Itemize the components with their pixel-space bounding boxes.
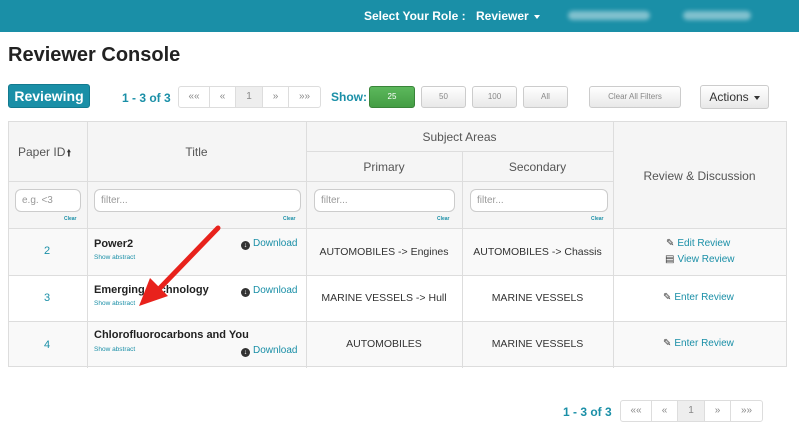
- show-50-button[interactable]: 50: [421, 86, 466, 108]
- actions-dropdown[interactable]: Actions: [700, 85, 769, 109]
- download-icon: ↓: [241, 348, 250, 357]
- edit-icon: ✎: [666, 238, 675, 249]
- title-clear-link[interactable]: Clear: [283, 216, 296, 222]
- first-page-button[interactable]: ««: [179, 87, 210, 107]
- role-label: Select Your Role :: [364, 9, 466, 23]
- top-navbar: Select Your Role : Reviewer: [0, 0, 799, 32]
- edit-icon: ✎: [663, 338, 672, 349]
- papers-table: Paper ID🠙 Title Subject Areas Primary Se…: [8, 121, 787, 368]
- prev-page-button[interactable]: «: [210, 87, 236, 107]
- show-abstract-link[interactable]: Show abstract: [94, 346, 135, 353]
- primary-subject: AUTOMOBILES -> Engines: [319, 246, 449, 258]
- paper-id-filter-input[interactable]: e.g. <3: [15, 189, 81, 212]
- primary-filter-input[interactable]: filter...: [314, 189, 455, 212]
- show-abstract-link[interactable]: Show abstract: [94, 254, 135, 261]
- result-count-bottom: 1 - 3 of 3: [563, 405, 612, 419]
- page-title: Reviewer Console: [8, 44, 181, 66]
- sort-up-arrow-icon: 🠙: [66, 148, 72, 159]
- document-icon: ▤: [665, 254, 675, 265]
- primary-clear-link[interactable]: Clear: [437, 216, 450, 222]
- show-all-button[interactable]: All: [523, 86, 568, 108]
- secondary-subject: MARINE VESSELS: [491, 292, 584, 304]
- last-page-button[interactable]: »»: [289, 87, 320, 107]
- next-page-button[interactable]: »: [705, 401, 731, 421]
- download-link[interactable]: ↓ Download: [241, 345, 297, 357]
- show-label: Show:: [331, 90, 367, 104]
- title-filter-input[interactable]: filter...: [94, 189, 301, 212]
- paper-title: Chlorofluorocarbons and You: [94, 329, 249, 341]
- primary-subject: AUTOMOBILES: [346, 338, 422, 350]
- page-1-button[interactable]: 1: [236, 87, 263, 107]
- result-count: 1 - 3 of 3: [122, 91, 171, 105]
- show-100-button[interactable]: 100: [472, 86, 517, 108]
- redacted-user-info[interactable]: [568, 11, 650, 20]
- role-dropdown[interactable]: Reviewer: [476, 9, 540, 23]
- pagination-top: «« « 1 » »»: [178, 86, 321, 108]
- title-header[interactable]: Title: [87, 145, 306, 159]
- chevron-down-icon: [753, 95, 760, 100]
- reviewing-badge: Reviewing: [8, 84, 90, 108]
- secondary-subject: AUTOMOBILES -> Chassis: [473, 246, 602, 258]
- first-page-button[interactable]: ««: [621, 401, 652, 421]
- secondary-subject: MARINE VESSELS: [491, 338, 584, 350]
- paper-id-clear-link[interactable]: Clear: [64, 216, 77, 222]
- download-icon: ↓: [241, 241, 250, 250]
- primary-subject: MARINE VESSELS -> Hull: [321, 292, 447, 304]
- actions-label: Actions: [709, 90, 749, 104]
- subject-areas-header: Subject Areas: [422, 130, 497, 144]
- paper-id-link[interactable]: 3: [44, 292, 50, 304]
- secondary-clear-link[interactable]: Clear: [591, 216, 604, 222]
- paper-id-header[interactable]: Paper ID🠙: [18, 145, 71, 163]
- paper-title: Power2: [94, 238, 134, 250]
- download-icon: ↓: [241, 288, 250, 297]
- chevron-down-icon: [533, 14, 540, 19]
- page-1-button[interactable]: 1: [678, 401, 705, 421]
- role-value: Reviewer: [476, 9, 529, 23]
- primary-header[interactable]: Primary: [306, 160, 462, 174]
- show-25-button[interactable]: 25: [369, 86, 415, 108]
- secondary-filter-input[interactable]: filter...: [470, 189, 608, 212]
- paper-id-link[interactable]: 2: [44, 245, 50, 257]
- next-page-button[interactable]: »: [263, 87, 289, 107]
- last-page-button[interactable]: »»: [731, 401, 762, 421]
- pagination-bottom: «« « 1 » »»: [620, 400, 763, 422]
- redacted-user-menu[interactable]: [683, 11, 751, 20]
- download-link[interactable]: ↓ Download: [241, 238, 297, 250]
- edit-review-link[interactable]: ✎ Edit Review: [666, 238, 730, 249]
- paper-title: Emerging Technology: [94, 284, 209, 296]
- download-link[interactable]: ↓ Download: [241, 285, 297, 297]
- secondary-header[interactable]: Secondary: [462, 160, 613, 174]
- view-review-link[interactable]: ▤ View Review: [665, 254, 735, 265]
- edit-icon: ✎: [663, 292, 672, 303]
- enter-review-link[interactable]: ✎ Enter Review: [663, 292, 734, 303]
- show-abstract-link[interactable]: Show abstract: [94, 300, 135, 307]
- enter-review-link[interactable]: ✎ Enter Review: [663, 338, 734, 349]
- paper-id-link[interactable]: 4: [44, 339, 50, 351]
- clear-all-filters-button[interactable]: Clear All Filters: [589, 86, 681, 108]
- prev-page-button[interactable]: «: [652, 401, 678, 421]
- review-discussion-header: Review & Discussion: [643, 169, 756, 183]
